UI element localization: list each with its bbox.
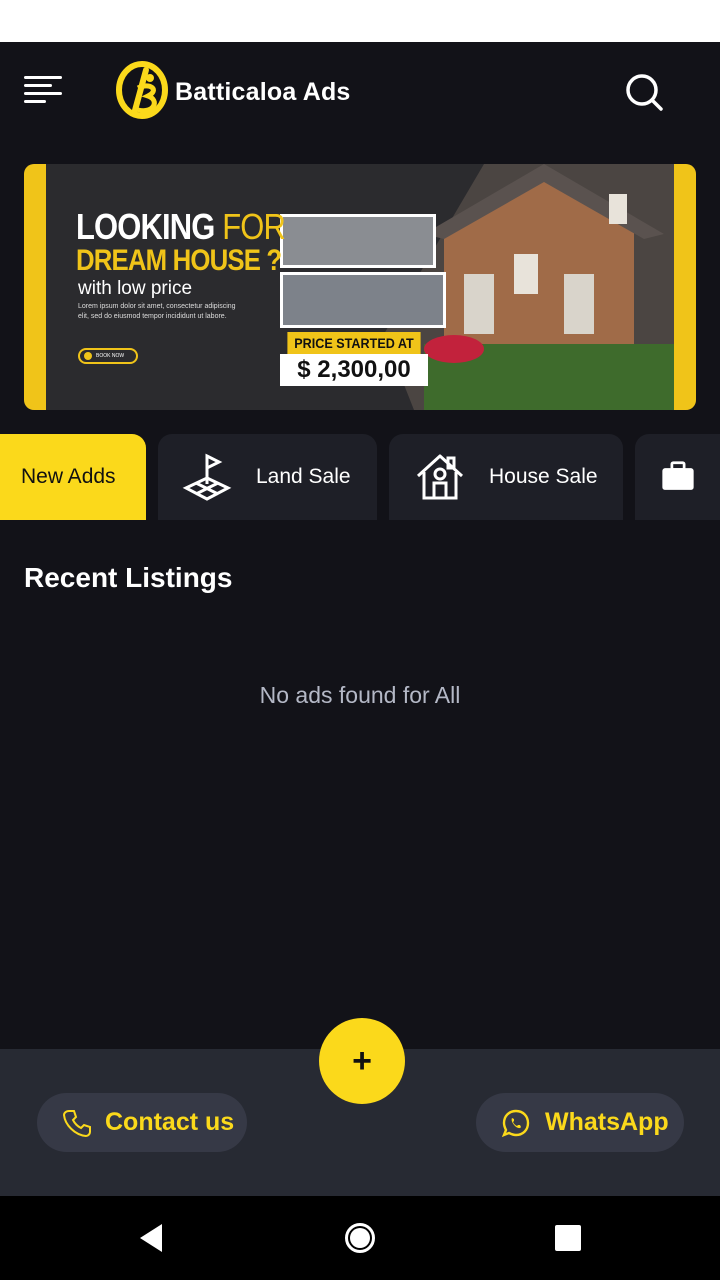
status-bar	[0, 0, 720, 42]
tab-label: New Adds	[21, 465, 116, 488]
home-icon[interactable]	[344, 1222, 376, 1254]
promo-banner[interactable]: LOOKING FOR DREAM HOUSE ? with low price…	[24, 164, 696, 410]
menu-button[interactable]	[24, 76, 64, 108]
banner-lorem: Lorem ipsum dolor sit amet, consectetur …	[78, 303, 236, 320]
tab-jobs[interactable]	[635, 434, 720, 520]
brand-logo-icon	[116, 61, 168, 119]
search-icon	[626, 74, 663, 111]
tab-label: House Sale	[489, 465, 598, 488]
search-button[interactable]	[624, 72, 664, 112]
banner-headline-white: LOOKING	[76, 206, 215, 247]
app-header: Batticaloa Ads	[0, 42, 720, 142]
banner-price-box: PRICE STARTED AT $ 2,300,00	[280, 332, 428, 386]
recent-listings-title: Recent Listings	[24, 562, 233, 593]
banner-headline: LOOKING FOR	[76, 206, 286, 248]
banner-price-label: PRICE STARTED AT	[287, 332, 421, 354]
tab-house-sale[interactable]: House Sale	[389, 434, 623, 520]
house-icon	[416, 454, 464, 500]
empty-state-message: No ads found for All	[259, 682, 461, 708]
banner-bedroom-photo	[280, 272, 446, 328]
land-plot-icon	[182, 453, 232, 501]
contact-us-label: Contact us	[105, 1108, 235, 1136]
tab-land-sale[interactable]: Land Sale	[158, 434, 377, 520]
banner-price-value: $ 2,300,00	[280, 354, 428, 386]
brand-name: Batticaloa Ads	[175, 78, 351, 106]
briefcase-icon	[662, 461, 694, 490]
whatsapp-label: WhatsApp	[545, 1108, 669, 1136]
hamburger-menu-icon	[24, 76, 62, 79]
whatsapp-button[interactable]: WhatsApp	[476, 1093, 684, 1152]
system-nav-bar	[0, 1196, 720, 1280]
banner-subline: with low price	[78, 278, 193, 299]
tab-new-adds[interactable]: New Adds	[0, 434, 146, 520]
banner-headline-yellow: FOR	[222, 206, 286, 247]
add-ad-fab[interactable]: +	[319, 1018, 405, 1104]
banner-book-button: BOOK NOW	[78, 348, 138, 364]
banner-kitchen-photo	[280, 214, 436, 268]
tab-label: Land Sale	[256, 465, 351, 488]
back-icon[interactable]	[136, 1222, 168, 1254]
menu-line	[24, 100, 46, 103]
menu-line	[24, 84, 52, 87]
menu-line	[24, 92, 62, 95]
whatsapp-icon	[501, 1109, 530, 1137]
banner-headline-line2: DREAM HOUSE ?	[76, 244, 282, 277]
category-tabs: New Adds Land Sale House Sale	[0, 434, 720, 520]
contact-us-button[interactable]: Contact us	[37, 1093, 247, 1152]
phone-icon	[63, 1109, 91, 1137]
recents-icon[interactable]	[552, 1222, 584, 1254]
